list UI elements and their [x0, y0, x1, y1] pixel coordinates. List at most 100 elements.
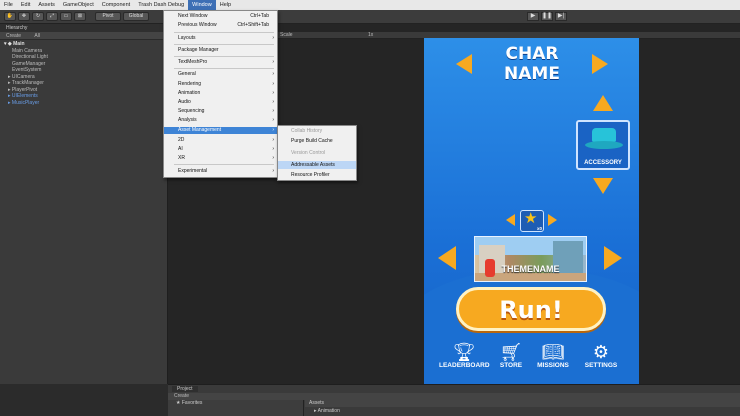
pivot-button[interactable]: Pivot	[95, 12, 121, 21]
accessory-label: ACCESSORY	[584, 160, 622, 166]
asset-folder[interactable]: ▸ Animation	[314, 408, 340, 415]
favorites-label: Favorites	[181, 400, 203, 406]
menu-item-label: Analysis	[178, 117, 197, 123]
chevron-right-icon: ›	[272, 137, 274, 143]
favorites-row[interactable]: ★ Favorites	[168, 400, 303, 407]
submenu-item-resource-profiler[interactable]: Resource Profiler	[278, 171, 356, 179]
run-button[interactable]: Run!	[456, 287, 606, 331]
rect-tool-icon[interactable]: ▭	[60, 12, 72, 21]
menu-separator	[174, 56, 274, 57]
menu-item-textmeshpro[interactable]: TextMeshPro ›	[164, 59, 277, 66]
step-icon[interactable]: ▶|	[555, 12, 567, 21]
accessory-down-arrow-icon[interactable]	[593, 178, 613, 194]
powerup-box[interactable]: ★ x0	[520, 210, 544, 232]
chevron-right-icon: ›	[272, 90, 274, 96]
accessory-box[interactable]: ACCESSORY	[576, 120, 630, 170]
pause-icon[interactable]: ❚❚	[541, 12, 553, 21]
menu-shortcut: Ctrl+Shift+Tab	[237, 22, 269, 28]
hat-icon	[592, 128, 616, 142]
chevron-right-icon: ›	[272, 117, 274, 123]
next-character-arrow-icon[interactable]	[592, 54, 608, 74]
menu-item-layouts[interactable]: Layouts ›	[164, 35, 277, 42]
project-tab[interactable]: Project	[172, 386, 198, 392]
scale-label: Scale	[280, 32, 293, 38]
menu-component[interactable]: Component	[98, 0, 134, 10]
chevron-right-icon: ›	[272, 155, 274, 161]
settings-button[interactable]: ⚙ SETTINGS	[576, 342, 626, 376]
game-screen: CHAR NAME ACCESSORY ★ x0 THEMENAME Run! …	[424, 38, 639, 384]
missions-label: MISSIONS	[537, 362, 569, 369]
next-powerup-arrow-icon[interactable]	[548, 214, 557, 226]
menu-item-next-window[interactable]: Next Window Ctrl+Tab	[164, 13, 277, 20]
leaderboard-label: LEADERBOARD	[439, 362, 490, 369]
hierarchy-item-label: UICamera	[11, 73, 35, 80]
menu-help[interactable]: Help	[216, 0, 235, 10]
scale-tool-icon[interactable]: ⤢	[46, 12, 58, 21]
submenu-item-addressable-assets[interactable]: Addressable Assets	[278, 161, 356, 169]
chevron-right-icon: ›	[272, 168, 274, 174]
hierarchy-search[interactable]: All	[34, 33, 40, 39]
accessory-up-arrow-icon[interactable]	[593, 95, 613, 111]
hierarchy-create-button[interactable]: Create	[6, 33, 21, 39]
menu-item-ai[interactable]: AI ›	[164, 146, 277, 153]
menu-item-2d[interactable]: 2D ›	[164, 137, 277, 144]
global-button[interactable]: Global	[123, 12, 149, 21]
submenu-item-purge-build-cache[interactable]: Purge Build Cache	[278, 137, 356, 145]
leaderboard-button[interactable]: 🏆︎ LEADERBOARD	[439, 342, 490, 376]
rotate-tool-icon[interactable]: ↻	[32, 12, 44, 21]
hierarchy-item[interactable]: ▸ MusicPlayer	[4, 100, 167, 107]
menu-window[interactable]: Window	[188, 0, 216, 10]
menu-item-label: Animation	[178, 90, 201, 96]
menu-item-xr[interactable]: XR ›	[164, 155, 277, 162]
menu-item-label: XR	[178, 155, 185, 161]
asset-folder-label: Animation	[317, 408, 340, 414]
move-tool-icon[interactable]: ✥	[18, 12, 30, 21]
theme-name: THEMENAME	[501, 264, 560, 274]
transform-tool-icon[interactable]: ⊠	[74, 12, 86, 21]
project-tree: ★ Favorites	[168, 400, 304, 416]
assets-breadcrumb[interactable]: Assets	[305, 400, 740, 407]
hierarchy-item-label: MusicPlayer	[11, 99, 40, 106]
menu-file[interactable]: File	[0, 0, 17, 10]
play-icon[interactable]: ▶	[527, 12, 539, 21]
menu-edit[interactable]: Edit	[17, 0, 34, 10]
missions-button[interactable]: 📖︎ MISSIONS	[528, 342, 578, 376]
hat-brim	[585, 141, 623, 149]
submenu-item-version-control[interactable]: Version Control	[278, 149, 356, 157]
menu-item-label: Audio	[178, 99, 191, 105]
star-icon: ★	[524, 210, 538, 227]
menu-trash-dash-debug[interactable]: Trash Dash Debug	[134, 0, 188, 10]
menu-gameobject[interactable]: GameObject	[59, 0, 98, 10]
menubar: File Edit Assets GameObject Component Tr…	[0, 0, 740, 10]
prev-theme-arrow-icon[interactable]	[438, 246, 456, 270]
menu-item-previous-window[interactable]: Previous Window Ctrl+Shift+Tab	[164, 22, 277, 29]
menu-item-package-manager[interactable]: Package Manager	[164, 47, 277, 54]
hand-tool-icon[interactable]: ✋	[4, 12, 16, 21]
menu-item-label: General	[178, 71, 196, 77]
project-create-button[interactable]: Create	[174, 393, 189, 399]
hierarchy-item-label: PlayerPivot	[11, 86, 38, 93]
menu-item-rendering[interactable]: Rendering ›	[164, 81, 277, 88]
next-theme-arrow-icon[interactable]	[604, 246, 622, 270]
powerup-count: x0	[536, 226, 542, 231]
project-toolbar: Create	[168, 393, 740, 400]
prev-character-arrow-icon[interactable]	[456, 54, 472, 74]
menu-item-general[interactable]: General ›	[164, 71, 277, 78]
menu-item-label: AI	[178, 146, 183, 152]
hierarchy-toolbar: Create All	[0, 32, 167, 40]
menu-item-label: Sequencing	[178, 108, 205, 114]
menu-item-analysis[interactable]: Analysis ›	[164, 117, 277, 124]
hierarchy-tab[interactable]: Hierarchy	[0, 24, 167, 32]
scale-value[interactable]: 1x	[368, 32, 373, 39]
prev-powerup-arrow-icon[interactable]	[506, 214, 515, 226]
menu-item-sequencing[interactable]: Sequencing ›	[164, 108, 277, 115]
menu-assets[interactable]: Assets	[34, 0, 59, 10]
menu-item-experimental[interactable]: Experimental ›	[164, 168, 277, 175]
hierarchy-item-label: UIElements	[11, 93, 38, 99]
submenu-item-collab-history[interactable]: Collab History	[278, 127, 356, 135]
menu-item-asset-management[interactable]: Asset Management ›	[164, 127, 277, 134]
menu-item-audio[interactable]: Audio ›	[164, 99, 277, 106]
menu-item-animation[interactable]: Animation ›	[164, 90, 277, 97]
menu-item-label: Layouts	[178, 35, 196, 41]
unity-editor: File Edit Assets GameObject Component Tr…	[0, 0, 740, 416]
